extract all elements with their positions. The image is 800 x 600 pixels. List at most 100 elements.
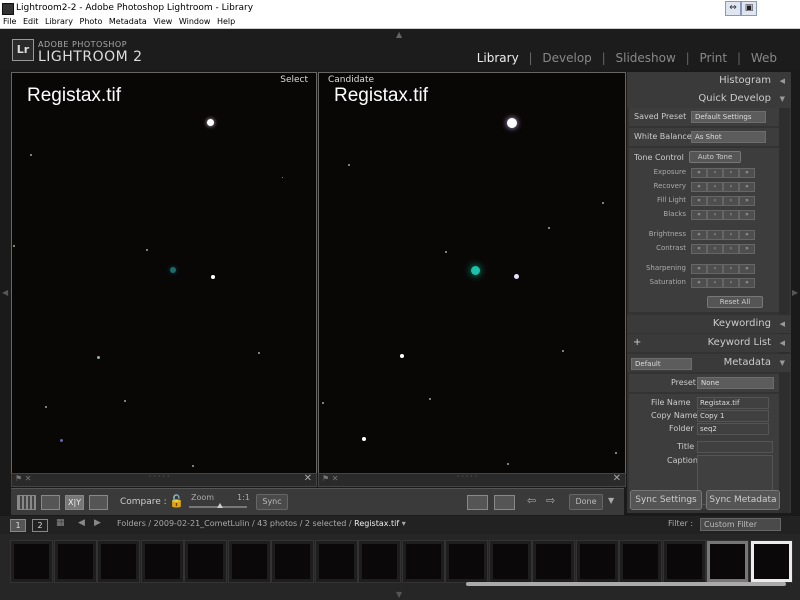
filmstrip-thumbnail[interactable] xyxy=(402,540,445,583)
menu-photo[interactable]: Photo xyxy=(80,16,103,28)
back-icon[interactable]: ◀ xyxy=(78,518,85,528)
stepper-button[interactable]: « xyxy=(691,244,707,254)
select-photo-pane[interactable]: Select Registax.tif xyxy=(11,72,317,474)
candidate-photo-pane[interactable]: Candidate Registax.tif xyxy=(318,72,626,474)
stepper-button[interactable]: ‹ xyxy=(707,264,723,274)
stepper-button[interactable]: ‹ xyxy=(707,278,723,288)
arrow-right-icon[interactable]: ⇨ xyxy=(546,494,555,507)
collapse-bottom-icon[interactable]: ▼ xyxy=(396,590,402,599)
stepper-button[interactable]: « xyxy=(691,182,707,192)
menu-window[interactable]: Window xyxy=(179,16,211,28)
filmstrip-thumbnail[interactable] xyxy=(97,540,140,583)
stepper-button[interactable]: ‹ xyxy=(707,244,723,254)
filmstrip-source-path[interactable]: Folders / 2009-02-21_CometLulin / 43 pho… xyxy=(117,519,406,528)
grid-view-icon[interactable] xyxy=(17,495,36,510)
filmstrip-thumbnail[interactable] xyxy=(619,540,662,583)
filter-select[interactable]: Custom Filter xyxy=(700,518,781,531)
close-icon[interactable]: ✕ xyxy=(613,473,621,484)
stepper-button[interactable]: » xyxy=(739,264,755,274)
collapse-top-icon[interactable]: ▲ xyxy=(396,30,402,39)
filmstrip-thumbnail[interactable] xyxy=(706,540,749,583)
swap-icon[interactable] xyxy=(467,495,488,510)
collapse-right-icon[interactable]: ▶ xyxy=(792,288,798,297)
stepper-button[interactable]: ‹ xyxy=(707,168,723,178)
filmstrip-thumbnail[interactable] xyxy=(358,540,401,583)
stepper-button[interactable]: « xyxy=(691,230,707,240)
module-print[interactable]: Print xyxy=(700,51,728,65)
stepper-button[interactable]: ‹ xyxy=(707,230,723,240)
preset-select[interactable]: None xyxy=(697,377,774,389)
module-library[interactable]: Library xyxy=(477,51,519,65)
title-field[interactable] xyxy=(697,441,773,453)
stepper-button[interactable]: » xyxy=(739,210,755,220)
filmstrip-thumbnail[interactable] xyxy=(271,540,314,583)
filmstrip-thumbnail[interactable] xyxy=(228,540,271,583)
right-panel-scrollbar[interactable] xyxy=(779,72,789,513)
stepper-button[interactable]: « xyxy=(691,210,707,220)
close-icon[interactable]: ✕ xyxy=(304,473,312,484)
stepper-button[interactable]: ‹ xyxy=(707,210,723,220)
module-web[interactable]: Web xyxy=(751,51,777,65)
stepper-button[interactable]: › xyxy=(723,168,739,178)
rating-dots[interactable]: ····· xyxy=(149,472,172,481)
menu-metadata[interactable]: Metadata xyxy=(109,16,147,28)
stepper-button[interactable]: » xyxy=(739,196,755,206)
filmstrip-thumbnail[interactable] xyxy=(750,540,793,583)
menu-edit[interactable]: Edit xyxy=(23,16,39,28)
toolbar-menu-icon[interactable]: ▼ xyxy=(608,496,614,505)
loupe-view-icon[interactable] xyxy=(41,495,60,510)
auto-tone-button[interactable]: Auto Tone xyxy=(689,151,741,163)
stepper-button[interactable]: ‹ xyxy=(707,196,723,206)
flag-icon[interactable]: ⚑ ✕ xyxy=(322,474,338,483)
quick-develop-header[interactable]: Quick Develop ▼ xyxy=(627,90,791,108)
flag-icon[interactable]: ⚑ ✕ xyxy=(15,474,31,483)
filmstrip-scrollbar[interactable] xyxy=(466,582,786,586)
filmstrip-thumbnail[interactable] xyxy=(489,540,532,583)
stepper-button[interactable]: › xyxy=(723,244,739,254)
filmstrip-thumbnail[interactable] xyxy=(663,540,706,583)
stepper-button[interactable]: › xyxy=(723,264,739,274)
stepper-button[interactable]: › xyxy=(723,196,739,206)
module-slideshow[interactable]: Slideshow xyxy=(616,51,676,65)
add-keyword-icon[interactable]: + xyxy=(633,334,641,352)
stepper-button[interactable]: › xyxy=(723,230,739,240)
folder-field[interactable]: seq2 xyxy=(697,423,769,435)
stepper-button[interactable]: « xyxy=(691,196,707,206)
filmstrip-thumbnail[interactable] xyxy=(141,540,184,583)
keywording-header[interactable]: Keywording ◀ xyxy=(627,315,791,333)
menu-library[interactable]: Library xyxy=(45,16,73,28)
stepper-button[interactable]: » xyxy=(739,168,755,178)
histogram-header[interactable]: Histogram ◀ xyxy=(627,72,791,90)
menu-help[interactable]: Help xyxy=(217,16,235,28)
stepper-button[interactable]: ‹ xyxy=(707,182,723,192)
sync-metadata-button[interactable]: Sync Metadata xyxy=(706,490,780,510)
stepper-button[interactable]: « xyxy=(691,278,707,288)
stepper-button[interactable]: » xyxy=(739,244,755,254)
saved-preset-select[interactable]: Default Settings xyxy=(691,111,766,123)
restore-icon[interactable]: ⇔ xyxy=(725,1,741,16)
done-button[interactable]: Done xyxy=(569,494,603,510)
arrow-left-icon[interactable]: ⇦ xyxy=(527,494,536,507)
filmstrip-thumbnail[interactable] xyxy=(445,540,488,583)
white-balance-select[interactable]: As Shot xyxy=(691,131,766,143)
stepper-button[interactable]: « xyxy=(691,168,707,178)
zoom-slider-thumb[interactable] xyxy=(217,503,223,508)
filmstrip-thumbnail[interactable] xyxy=(54,540,97,583)
lock-icon[interactable]: 🔓 xyxy=(169,494,184,508)
filmstrip-thumbnail[interactable] xyxy=(532,540,575,583)
forward-icon[interactable]: ▶ xyxy=(94,518,101,528)
module-develop[interactable]: Develop xyxy=(542,51,591,65)
stepper-button[interactable]: « xyxy=(691,264,707,274)
window-2-button[interactable]: 2 xyxy=(32,519,48,532)
reset-all-button[interactable]: Reset All xyxy=(707,296,763,308)
stepper-button[interactable]: » xyxy=(739,182,755,192)
filmstrip-thumbnail[interactable] xyxy=(10,540,53,583)
grid-icon[interactable]: ▦ xyxy=(56,518,65,528)
metadata-preset-dropdown[interactable]: Default xyxy=(631,358,692,370)
make-select-icon[interactable] xyxy=(494,495,515,510)
file-name-field[interactable]: Registax.tif xyxy=(697,397,769,409)
compare-view-icon[interactable]: X|Y xyxy=(65,495,84,510)
sync-button[interactable]: Sync xyxy=(256,494,288,510)
menu-file[interactable]: File xyxy=(3,16,16,28)
metadata-header[interactable]: Default Metadata ▼ xyxy=(627,354,791,372)
